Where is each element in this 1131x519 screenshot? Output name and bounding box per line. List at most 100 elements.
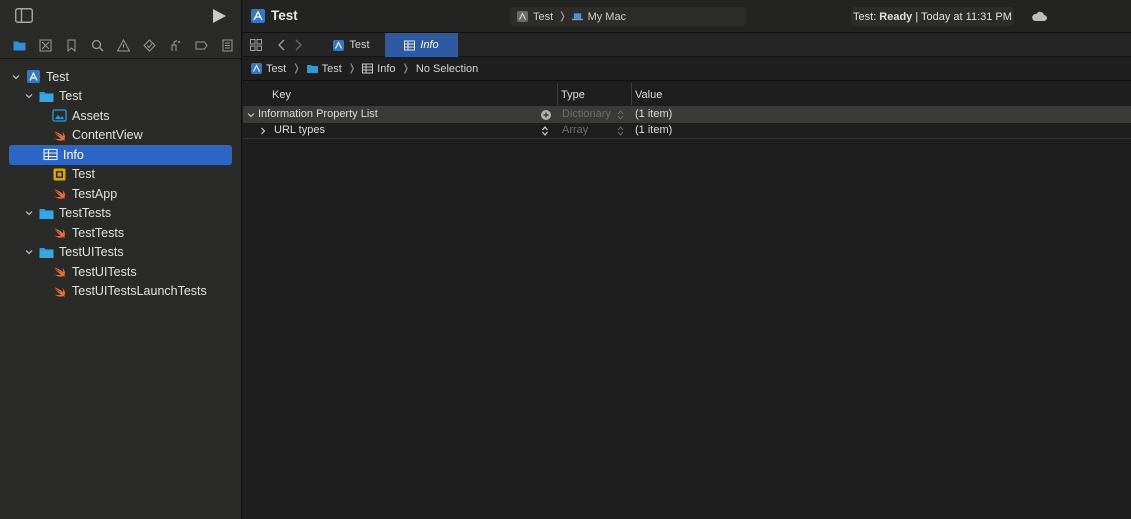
chevron-down-icon[interactable] [23, 92, 35, 100]
chevron-right-icon[interactable] [259, 127, 267, 135]
stepper-icon[interactable] [617, 126, 624, 136]
tab-test[interactable]: Test [318, 33, 385, 57]
bookmark-navigator-tab[interactable] [58, 36, 84, 56]
sidebar-item-label: TestTests [59, 206, 112, 221]
scheme-separator-icon: ❭ [558, 11, 567, 22]
forward-chevron-icon[interactable] [295, 39, 303, 51]
sidebar-item-testuitestslaunchtests[interactable]: TestUITestsLaunchTests [0, 282, 241, 302]
tab-info[interactable]: Info [385, 33, 458, 57]
source-control-navigator-tab[interactable] [32, 36, 58, 56]
sidebar-item-testapp[interactable]: TestApp [0, 184, 241, 204]
swift-icon [51, 128, 67, 142]
project-tree: Test Test Assets ContentView Info Test TestApp… [0, 59, 241, 301]
breadcrumb-selection[interactable]: No Selection [416, 63, 478, 75]
folder-icon [306, 65, 318, 73]
tab-label: Info [420, 39, 439, 51]
swift-icon [51, 187, 67, 201]
breakpoint-navigator-tab[interactable] [189, 36, 215, 56]
sidebar-item-label: TestUITests [59, 245, 124, 260]
status-prefix: Test: [853, 10, 877, 23]
breadcrumb-group[interactable]: Test [322, 63, 342, 75]
sidebar-item-test[interactable]: Test [0, 87, 241, 107]
sidebar-item-assets[interactable]: Assets [0, 106, 241, 126]
app-target-icon [517, 11, 528, 22]
sidebar-item-test[interactable]: Test [0, 67, 241, 87]
scheme-selector[interactable]: Test ❭ My Mac [510, 7, 746, 26]
sidebar-item-label: ContentView [72, 128, 143, 143]
warning-icon [116, 39, 130, 52]
column-divider [557, 83, 558, 105]
key-stepper-icon[interactable] [541, 126, 549, 136]
find-navigator-tab[interactable] [84, 36, 110, 56]
plist-row[interactable]: URL types Array (1 item) [243, 123, 1131, 139]
property-list-editor: Key Type Value Information Property List… [243, 81, 1131, 139]
test-navigator-tab[interactable] [137, 36, 163, 56]
assets-icon [51, 109, 67, 123]
sidebar-item-test[interactable]: Test [0, 165, 241, 185]
plist-type[interactable]: Array [562, 124, 588, 136]
sidebar-item-testuitests[interactable]: TestUITests [0, 262, 241, 282]
chevron-down-icon[interactable] [10, 73, 22, 81]
plist-row[interactable]: Information Property List Dictionary (1 … [243, 107, 1131, 123]
project-icon [251, 9, 265, 23]
stepper-icon[interactable] [617, 110, 624, 120]
navigator-tabs [0, 33, 241, 59]
status-state: Ready [879, 10, 913, 23]
plist-value: (1 item) [635, 108, 673, 120]
plist-key: Information Property List [258, 108, 378, 120]
test-diamond-icon [143, 39, 156, 52]
sidebar-item-label: TestTests [72, 225, 125, 240]
chevron-down-icon[interactable] [247, 111, 255, 119]
report-navigator-tab[interactable] [215, 36, 241, 56]
sidebar-item-info[interactable]: Info [9, 145, 232, 165]
run-button[interactable] [211, 8, 227, 24]
project-icon [25, 70, 41, 84]
tab-label: Test [349, 39, 370, 51]
scheme-target: Test [533, 10, 554, 23]
editor-tab-bar: Test Info [243, 33, 1131, 57]
folder-icon [38, 89, 54, 103]
activity-status: Test: Ready | Today at 11:31 PM [851, 7, 1014, 26]
project-navigator-tab[interactable] [6, 36, 32, 56]
sidebar-item-label: Test [59, 89, 82, 104]
project-icon [333, 39, 345, 51]
status-time: | Today at 11:31 PM [915, 10, 1012, 23]
plist-icon [362, 63, 374, 74]
scheme-device: My Mac [587, 10, 627, 23]
sidebar-item-testtests[interactable]: TestTests [0, 204, 241, 224]
plist-value: (1 item) [635, 124, 673, 136]
plist-type[interactable]: Dictionary [562, 108, 611, 120]
back-chevron-icon[interactable] [277, 39, 285, 51]
report-icon [222, 39, 233, 52]
chevron-down-icon[interactable] [23, 209, 35, 217]
sidebar-item-label: Assets [72, 108, 110, 123]
plist-header: Key Type Value [243, 81, 1131, 107]
sidebar-item-testuitests[interactable]: TestUITests [0, 243, 241, 263]
search-icon [91, 39, 104, 52]
breadcrumb-file[interactable]: Info [377, 63, 395, 75]
issue-navigator-tab[interactable] [110, 36, 136, 56]
debug-spray-icon [171, 40, 181, 51]
sidebar-item-contentview[interactable]: ContentView [0, 126, 241, 146]
plist-icon [404, 40, 416, 50]
column-value-header[interactable]: Value [635, 89, 662, 101]
column-key-header[interactable]: Key [272, 89, 291, 101]
breakpoint-icon [195, 41, 208, 50]
laptop-icon [571, 13, 583, 21]
sidebar-toggle-icon[interactable] [15, 8, 33, 23]
breadcrumb-project[interactable]: Test [266, 63, 286, 75]
chevron-down-icon[interactable] [23, 248, 35, 256]
project-title: Test [271, 8, 298, 23]
column-divider [631, 83, 632, 105]
debug-navigator-tab[interactable] [163, 36, 189, 56]
grid-icon[interactable] [250, 39, 262, 51]
swift-icon [51, 284, 67, 298]
sidebar-item-label: Info [63, 147, 84, 162]
folder-icon [38, 206, 54, 220]
add-item-icon[interactable] [541, 110, 551, 120]
column-type-header[interactable]: Type [561, 89, 585, 101]
entitlements-icon [51, 167, 67, 181]
sidebar-item-testtests[interactable]: TestTests [0, 223, 241, 243]
sidebar-item-label: Test [46, 69, 69, 84]
cloud-icon[interactable] [1031, 10, 1047, 22]
